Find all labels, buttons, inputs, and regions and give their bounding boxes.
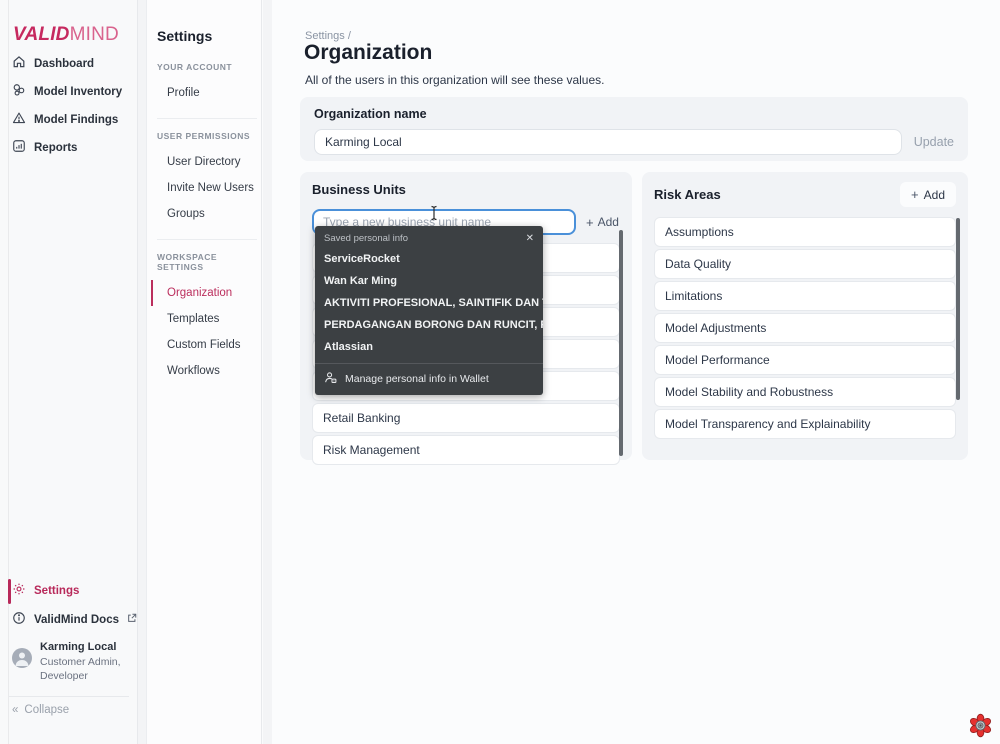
add-label: Add (923, 187, 945, 202)
user-name: Karming Local (40, 641, 117, 653)
plus-icon: + (586, 214, 594, 230)
risk-area-item[interactable]: Data Quality (654, 249, 956, 279)
sidebar-item-settings[interactable]: Settings (12, 582, 79, 599)
autofill-header-label: Saved personal info (324, 233, 408, 244)
settings-nav-item-invite-new-users[interactable]: Invite New Users (157, 175, 261, 201)
panel-gutter (138, 0, 146, 744)
bar-chart-icon (12, 139, 26, 156)
autofill-dropdown: Saved personal info ✕ ServiceRocket Wan K… (315, 226, 543, 395)
autofill-suggestion[interactable]: PERDAGANGAN BORONG DAN RUNCIT, PEMBAIKAN… (315, 314, 543, 336)
add-label: Add (597, 215, 619, 229)
add-risk-area-button[interactable]: + Add (900, 182, 956, 207)
sidebar-item-label: Model Inventory (34, 85, 123, 98)
sidebar-item-label: Model Findings (34, 113, 119, 126)
collapse-label: Collapse (24, 704, 70, 716)
settings-nav-item-groups[interactable]: Groups (157, 201, 261, 227)
manage-wallet-label: Manage personal info in Wallet (345, 373, 489, 385)
sidebar-item-model-inventory[interactable]: Model Inventory (12, 83, 122, 100)
active-indicator-bar (8, 579, 11, 604)
settings-nav-panel: Settings YOUR ACCOUNT Profile USER PERMI… (146, 0, 262, 744)
validmind-logo: VALIDMIND (13, 24, 119, 46)
section-label-user-permissions: USER PERMISSIONS (157, 131, 251, 141)
home-icon (12, 55, 26, 72)
collapse-sidebar-button[interactable]: « Collapse (12, 704, 69, 716)
business-unit-item[interactable]: Risk Management (312, 435, 620, 465)
external-link-icon (127, 613, 137, 626)
user-role-2: Developer (40, 670, 88, 683)
business-units-title: Business Units (312, 182, 406, 197)
settings-nav-item-user-directory[interactable]: User Directory (157, 149, 261, 175)
business-unit-item[interactable]: Retail Banking (312, 403, 620, 433)
panel-gutter (263, 0, 272, 744)
risk-area-item[interactable]: Model Transparency and Explainability (654, 409, 956, 439)
sidebar-item-validmind-docs[interactable]: ValidMind Docs (12, 611, 137, 628)
sidebar-item-label: Settings (34, 584, 80, 597)
sidebar-item-label: ValidMind Docs (34, 613, 119, 626)
plus-icon: + (911, 187, 919, 202)
risk-areas-card: Risk Areas + Add Assumptions Data Quality… (642, 172, 968, 460)
risk-area-item[interactable]: Model Performance (654, 345, 956, 375)
logo-text-bold: VALID (13, 24, 70, 45)
sidebar-item-dashboard[interactable]: Dashboard (12, 55, 94, 72)
text-cursor (429, 205, 439, 226)
logo-text-light: MIND (69, 24, 119, 45)
user-info: Karming Local Customer Admin, Developer (40, 640, 121, 683)
settings-nav-item-templates[interactable]: Templates (157, 306, 261, 332)
sidebar-edge-divider (8, 0, 9, 744)
settings-nav-item-workflows[interactable]: Workflows (157, 358, 261, 384)
page-title: Organization (304, 41, 433, 64)
boxes-icon (12, 83, 26, 100)
avatar (12, 648, 32, 668)
recording-indicator-icon (967, 712, 994, 744)
user-role-1: Customer Admin, (40, 655, 121, 668)
nav-divider (157, 239, 257, 240)
settings-nav-title: Settings (157, 28, 213, 44)
section-label-workspace-settings: WORKSPACE SETTINGS (157, 252, 218, 272)
sidebar-item-reports[interactable]: Reports (12, 139, 77, 156)
sidebar-bottom-divider (9, 696, 129, 697)
risk-areas-title: Risk Areas (654, 187, 721, 202)
settings-nav-item-organization[interactable]: Organization (151, 280, 261, 306)
autofill-suggestions: ServiceRocket Wan Kar Ming AKTIVITI PROFES… (315, 248, 543, 358)
settings-nav-item-profile[interactable]: Profile (157, 80, 261, 106)
organization-name-card: Organization name Update (300, 97, 968, 161)
risk-area-item[interactable]: Assumptions (654, 217, 956, 247)
organization-name-label: Organization name (314, 107, 427, 121)
organization-name-input[interactable] (314, 129, 902, 155)
primary-sidebar: VALIDMIND Dashboard Model Inventory Mode… (0, 0, 144, 744)
risk-area-item[interactable]: Limitations (654, 281, 956, 311)
risk-area-item[interactable]: Model Stability and Robustness (654, 377, 956, 407)
autofill-suggestion[interactable]: Wan Kar Ming (315, 270, 543, 292)
update-button[interactable]: Update (914, 135, 954, 149)
collapse-icon: « (12, 704, 19, 716)
sidebar-item-model-findings[interactable]: Model Findings (12, 111, 118, 128)
close-icon[interactable]: ✕ (526, 233, 534, 244)
manage-wallet-row[interactable]: Manage personal info in Wallet (315, 364, 543, 395)
scrollbar-thumb[interactable] (956, 218, 960, 400)
risk-area-item[interactable]: Model Adjustments (654, 313, 956, 343)
scrollbar-thumb[interactable] (619, 230, 623, 456)
wallet-person-icon (324, 371, 337, 387)
autofill-suggestion[interactable]: ServiceRocket (315, 248, 543, 270)
add-business-unit-button[interactable]: + Add (586, 215, 619, 230)
sidebar-item-label: Reports (34, 141, 78, 154)
autofill-suggestion[interactable]: Atlassian (315, 336, 543, 358)
app-window: VALIDMIND Dashboard Model Inventory Mode… (0, 0, 1000, 744)
settings-nav-item-custom-fields[interactable]: Custom Fields (157, 332, 261, 358)
gear-icon (12, 582, 26, 599)
autofill-suggestion[interactable]: AKTIVITI PROFESIONAL, SAINTIFIK DAN TEKN… (315, 292, 543, 314)
risk-areas-list: Assumptions Data Quality Limitations Model … (654, 217, 956, 439)
page-subtitle: All of the users in this organization wi… (305, 73, 605, 87)
user-account-card[interactable]: Karming Local Customer Admin, Developer (12, 640, 144, 683)
info-circle-icon (12, 611, 26, 628)
warning-triangle-icon (12, 111, 26, 128)
sidebar-item-label: Dashboard (34, 57, 95, 70)
nav-divider (157, 118, 257, 119)
section-label-your-account: YOUR ACCOUNT (157, 62, 233, 72)
